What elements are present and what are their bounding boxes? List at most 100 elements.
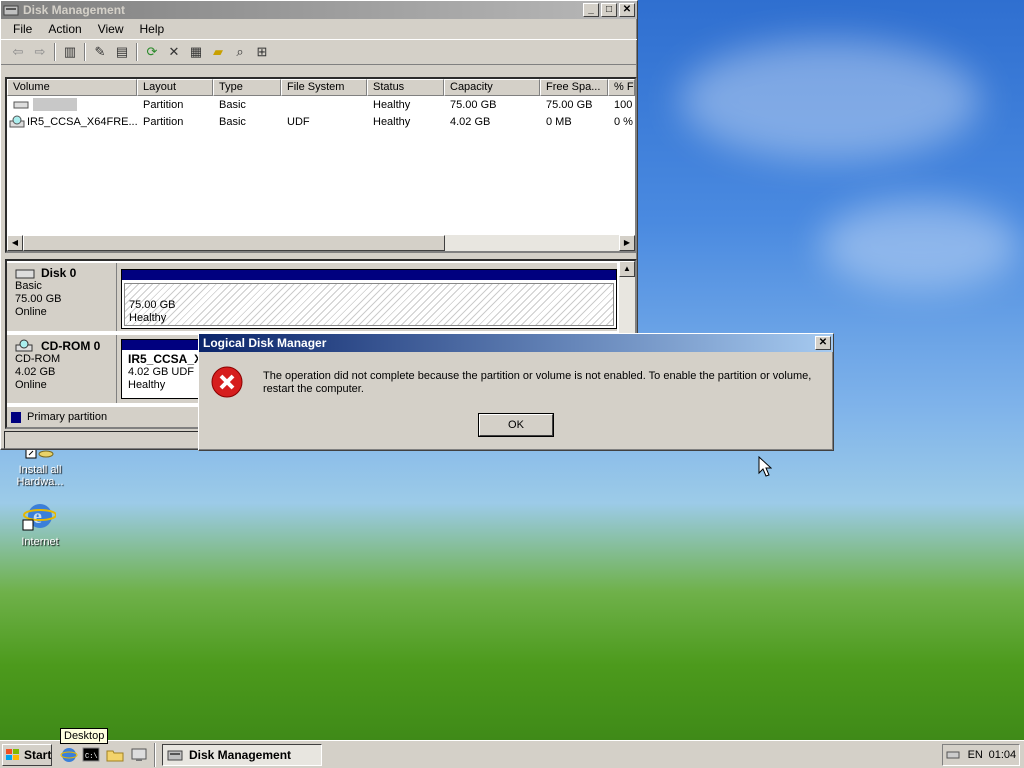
window-titlebar[interactable]: Disk Management _ □ ✕ — [1, 1, 637, 19]
capacity-cell: 4.02 GB — [450, 115, 491, 128]
disk-management-taskbar-icon — [167, 748, 183, 762]
dialog-close-button[interactable]: ✕ — [815, 336, 831, 350]
capacity-cell: 75.00 GB — [450, 98, 497, 111]
cloud — [820, 200, 1020, 290]
cdrom-0-state: Online — [15, 379, 47, 391]
scroll-left-button[interactable]: ◀ — [7, 235, 23, 251]
show-desktop-icon[interactable] — [130, 747, 148, 763]
close-button[interactable]: ✕ — [619, 3, 635, 17]
column-volume[interactable]: Volume — [7, 79, 137, 96]
column-file-system[interactable]: File System — [281, 79, 367, 96]
toolbar-separator — [136, 43, 138, 61]
disk-0-volume[interactable]: 75.00 GB Healthy — [121, 269, 617, 329]
properties-icon[interactable]: ✎ — [89, 42, 111, 62]
scrollbar-thumb[interactable] — [23, 235, 445, 251]
error-dialog: Logical Disk Manager ✕ The operation did… — [198, 333, 834, 451]
disk-0-info[interactable]: Disk 0 Basic 75.00 GB Online — [7, 263, 117, 331]
menu-help[interactable]: Help — [132, 22, 173, 36]
command-prompt-icon[interactable]: C:\ — [82, 747, 100, 763]
network-icon[interactable] — [946, 750, 962, 760]
status-cell: Healthy — [373, 98, 411, 111]
menu-bar: File Action View Help — [1, 19, 637, 39]
properties-sheet-icon[interactable]: ▦ — [185, 42, 207, 62]
menu-view[interactable]: View — [90, 22, 132, 36]
system-tray: EN 01:04 — [942, 744, 1020, 766]
status-cell: Healthy — [373, 115, 411, 128]
toolbar-separator — [54, 43, 56, 61]
export-icon[interactable]: ⊞ — [251, 42, 273, 62]
menu-file[interactable]: File — [5, 22, 40, 36]
scroll-right-button[interactable]: ▶ — [619, 235, 635, 251]
windows-logo-icon — [5, 748, 21, 762]
volume-list: Volume Layout Type File System Status Ca… — [5, 77, 637, 253]
column-capacity[interactable]: Capacity — [444, 79, 540, 96]
menu-action[interactable]: Action — [40, 22, 89, 36]
start-label: Start — [24, 747, 52, 762]
column-free-space[interactable]: Free Spa... — [540, 79, 608, 96]
layout-cell: Partition — [143, 115, 184, 128]
cdrom-icon — [15, 339, 37, 353]
language-indicator[interactable]: EN — [968, 749, 983, 761]
free-cell: 75.00 GB — [546, 98, 593, 111]
forward-arrow-icon[interactable]: ⇨ — [29, 42, 51, 62]
minimize-button[interactable]: _ — [583, 3, 599, 17]
internet-label[interactable]: Internet — [8, 536, 72, 548]
cdrom-0-name: CD-ROM 0 — [41, 338, 101, 353]
dialog-message: The operation did not complete because t… — [263, 370, 812, 395]
error-icon — [211, 366, 243, 398]
free-cell: 0 MB — [546, 115, 572, 128]
disk-management-app-icon — [3, 3, 19, 17]
mouse-cursor-icon — [758, 455, 773, 478]
drive-icon — [13, 100, 29, 110]
type-cell: Basic — [219, 115, 246, 128]
window-title: Disk Management — [23, 3, 126, 17]
internet-explorer-icon[interactable]: e — [22, 500, 57, 534]
column-layout[interactable]: Layout — [137, 79, 213, 96]
disk-0-state: Online — [15, 306, 47, 318]
open-folder-icon[interactable]: ▰ — [207, 42, 229, 62]
maximize-button[interactable]: □ — [601, 3, 617, 17]
dialog-title: Logical Disk Manager — [203, 336, 327, 350]
scroll-up-button[interactable]: ▲ — [619, 261, 635, 277]
cdrom-0-info[interactable]: CD-ROM 0 CD-ROM 4.02 GB Online — [7, 335, 117, 403]
taskbar-task-label: Disk Management — [189, 748, 292, 762]
table-row[interactable]: Partition Basic Healthy 75.00 GB 75.00 G… — [7, 96, 635, 113]
type-cell: Basic — [219, 98, 246, 111]
desktop-tooltip: Desktop — [60, 728, 109, 744]
ok-button[interactable]: OK — [479, 414, 553, 436]
toolbar-separator — [84, 43, 86, 61]
horizontal-scrollbar[interactable]: ◀ ▶ — [7, 235, 635, 251]
volume-list-header: Volume Layout Type File System Status Ca… — [7, 79, 635, 96]
cdrom-drive-icon — [9, 115, 25, 129]
ie-quicklaunch-icon[interactable] — [60, 746, 78, 764]
volume-cell: IR5_CCSA_X64FRE... — [7, 115, 137, 129]
taskbar-disk-management-button[interactable]: Disk Management — [162, 744, 322, 766]
taskbar-separator — [154, 743, 156, 767]
cloud — [680, 40, 980, 160]
explorer-folder-icon[interactable] — [106, 747, 124, 763]
column-percent-free[interactable]: % Fre — [608, 79, 635, 96]
pct-cell: 100 % — [614, 98, 635, 111]
show-hide-tree-icon[interactable]: ▥ — [59, 42, 81, 62]
column-type[interactable]: Type — [213, 79, 281, 96]
dialog-titlebar[interactable]: Logical Disk Manager ✕ — [199, 334, 833, 352]
refresh-icon[interactable]: ⟳ — [141, 42, 163, 62]
console-icon[interactable]: ▤ — [111, 42, 133, 62]
disk-0-size: 75.00 GB — [15, 293, 62, 305]
disk-0-type: Basic — [15, 280, 42, 292]
pct-cell: 0 % — [614, 115, 633, 128]
legend-swatch — [11, 411, 21, 423]
cdrom-0-type: CD-ROM — [15, 353, 61, 365]
clock[interactable]: 01:04 — [989, 749, 1017, 761]
delete-icon[interactable]: ✕ — [163, 42, 185, 62]
taskbar: Start C:\ Disk Management EN 01:04 — [0, 740, 1024, 768]
disk-0-row[interactable]: Disk 0 Basic 75.00 GB Online 75.00 GB He… — [7, 263, 617, 331]
cdrom-0-size: 4.02 GB — [15, 366, 56, 378]
svg-text:C:\: C:\ — [85, 753, 98, 761]
start-button[interactable]: Start — [2, 743, 52, 766]
back-arrow-icon[interactable]: ⇦ — [7, 42, 29, 62]
install-hardware-label[interactable]: Install all Hardwa... — [8, 464, 72, 488]
search-icon[interactable]: ⌕ — [229, 42, 251, 62]
column-status[interactable]: Status — [367, 79, 444, 96]
table-row[interactable]: IR5_CCSA_X64FRE... Partition Basic UDF H… — [7, 113, 635, 130]
